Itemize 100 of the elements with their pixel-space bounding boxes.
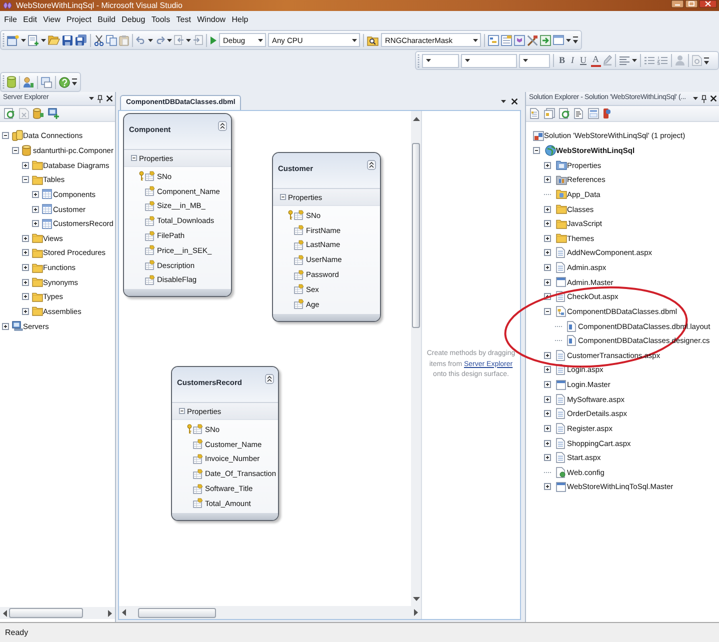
arrow-icon[interactable] [540, 34, 551, 46]
plus-box-icon[interactable] [22, 162, 29, 169]
plus-box-icon[interactable] [22, 293, 29, 300]
menu-item[interactable]: Project [63, 11, 95, 29]
plus-box-icon[interactable] [544, 424, 551, 432]
minus-box-icon[interactable] [22, 176, 29, 184]
minus-box-icon[interactable] [131, 155, 137, 161]
plus-box-icon[interactable] [544, 176, 551, 184]
plus-box-icon[interactable] [32, 220, 39, 228]
folder-search-icon[interactable] [367, 34, 379, 46]
plus-box-icon[interactable] [544, 206, 551, 213]
dropdown-field[interactable] [461, 54, 517, 68]
user-icon[interactable] [23, 76, 34, 88]
add-item-icon[interactable] [28, 34, 39, 46]
list-icon[interactable] [501, 34, 512, 46]
toolbar-overflow-icon[interactable] [72, 78, 77, 86]
plus-box-icon[interactable] [544, 278, 551, 286]
scrollbar-thumb[interactable] [412, 143, 420, 328]
code-page-icon[interactable] [574, 108, 584, 119]
caret-icon[interactable] [473, 38, 478, 42]
plus-box-icon[interactable] [544, 162, 551, 169]
close-icon[interactable] [710, 95, 717, 102]
close-icon[interactable] [699, 0, 717, 8]
scroll-down-icon[interactable] [412, 597, 420, 601]
caret-icon[interactable] [501, 100, 506, 102]
menu-item[interactable]: Help [228, 11, 252, 29]
plus-box-icon[interactable] [22, 308, 29, 315]
caret-icon[interactable] [465, 59, 470, 62]
dropdown-field[interactable] [422, 54, 459, 68]
save-icon[interactable] [62, 34, 73, 46]
caret-icon[interactable] [41, 38, 46, 42]
tools-icon[interactable] [527, 34, 538, 46]
plus-box-icon[interactable] [544, 454, 551, 462]
plus-box-icon[interactable] [544, 220, 551, 228]
plus-box-icon[interactable] [22, 264, 29, 272]
minus-box-icon[interactable] [533, 147, 540, 154]
pin-icon[interactable] [97, 94, 103, 102]
caret-icon[interactable] [566, 38, 571, 42]
menu-item[interactable]: File [1, 11, 20, 29]
close-icon[interactable] [106, 95, 113, 102]
plus-box-icon[interactable] [2, 322, 9, 330]
caret-icon[interactable] [632, 59, 638, 62]
maximize-icon[interactable] [685, 0, 698, 8]
plus-box-icon[interactable] [544, 352, 551, 359]
caret-icon[interactable] [352, 38, 357, 42]
windows-icon[interactable] [41, 76, 52, 88]
double-chevron-icon[interactable] [367, 160, 376, 170]
grip-icon[interactable] [2, 75, 5, 89]
new-project-icon[interactable] [7, 34, 19, 46]
font-color-button[interactable]: A [590, 54, 602, 67]
menu-item[interactable]: Tools [148, 11, 174, 29]
highlighter-icon[interactable] [603, 55, 612, 66]
open-folder-icon[interactable] [48, 35, 60, 45]
scroll-right-icon[interactable] [414, 609, 418, 616]
double-chevron-icon[interactable] [265, 374, 274, 384]
plus-box-icon[interactable] [22, 249, 29, 256]
caret-icon[interactable] [167, 38, 172, 42]
plus-box-icon[interactable] [22, 278, 29, 286]
underline-button[interactable]: U [578, 55, 589, 66]
chevron-box-icon[interactable] [514, 34, 525, 46]
plus-box-icon[interactable] [544, 264, 551, 272]
menu-item[interactable]: Edit [20, 11, 40, 29]
plus-box-icon[interactable] [544, 249, 551, 256]
play-icon[interactable] [210, 36, 217, 44]
menu-item[interactable]: Window [194, 11, 229, 29]
menu-item[interactable]: View [40, 11, 64, 29]
plus-box-icon[interactable] [544, 234, 551, 242]
scroll-left-icon[interactable] [122, 609, 126, 616]
minimize-icon[interactable] [671, 0, 684, 8]
toolbar-overflow-icon[interactable] [573, 36, 578, 44]
caret-icon[interactable] [21, 38, 26, 42]
close-icon[interactable] [511, 98, 518, 104]
plus-box-icon[interactable] [22, 234, 29, 242]
files-icon[interactable] [544, 108, 555, 119]
italic-button[interactable]: I [569, 55, 576, 66]
shapes-icon[interactable] [603, 108, 611, 119]
database-icon[interactable] [7, 76, 16, 88]
plus-box-icon[interactable] [32, 206, 39, 213]
plus-box-icon[interactable] [544, 410, 551, 418]
scroll-left-icon[interactable] [3, 610, 7, 616]
copy-icon[interactable] [106, 34, 117, 46]
caret-icon[interactable] [89, 97, 94, 100]
scroll-up-icon[interactable] [412, 117, 420, 121]
minus-box-icon[interactable] [2, 132, 9, 140]
save-all-icon[interactable] [75, 34, 87, 46]
computer-icon[interactable] [48, 108, 59, 119]
minus-box-icon[interactable] [544, 308, 551, 315]
minus-box-icon[interactable] [179, 408, 185, 414]
refresh-icon[interactable] [4, 108, 15, 119]
toolbar-overflow-icon[interactable] [704, 56, 710, 64]
caret-icon[interactable] [693, 97, 698, 100]
bold-button[interactable]: B [557, 55, 568, 66]
plus-box-icon[interactable] [544, 366, 551, 374]
document-icon[interactable] [530, 108, 540, 119]
plus-box-icon[interactable] [544, 381, 551, 388]
scrollbar-thumb[interactable] [9, 608, 83, 618]
caret-icon[interactable] [523, 59, 528, 62]
grip-icon[interactable] [2, 33, 5, 47]
menu-item[interactable]: Test [173, 11, 194, 29]
pin-icon[interactable] [701, 94, 707, 102]
